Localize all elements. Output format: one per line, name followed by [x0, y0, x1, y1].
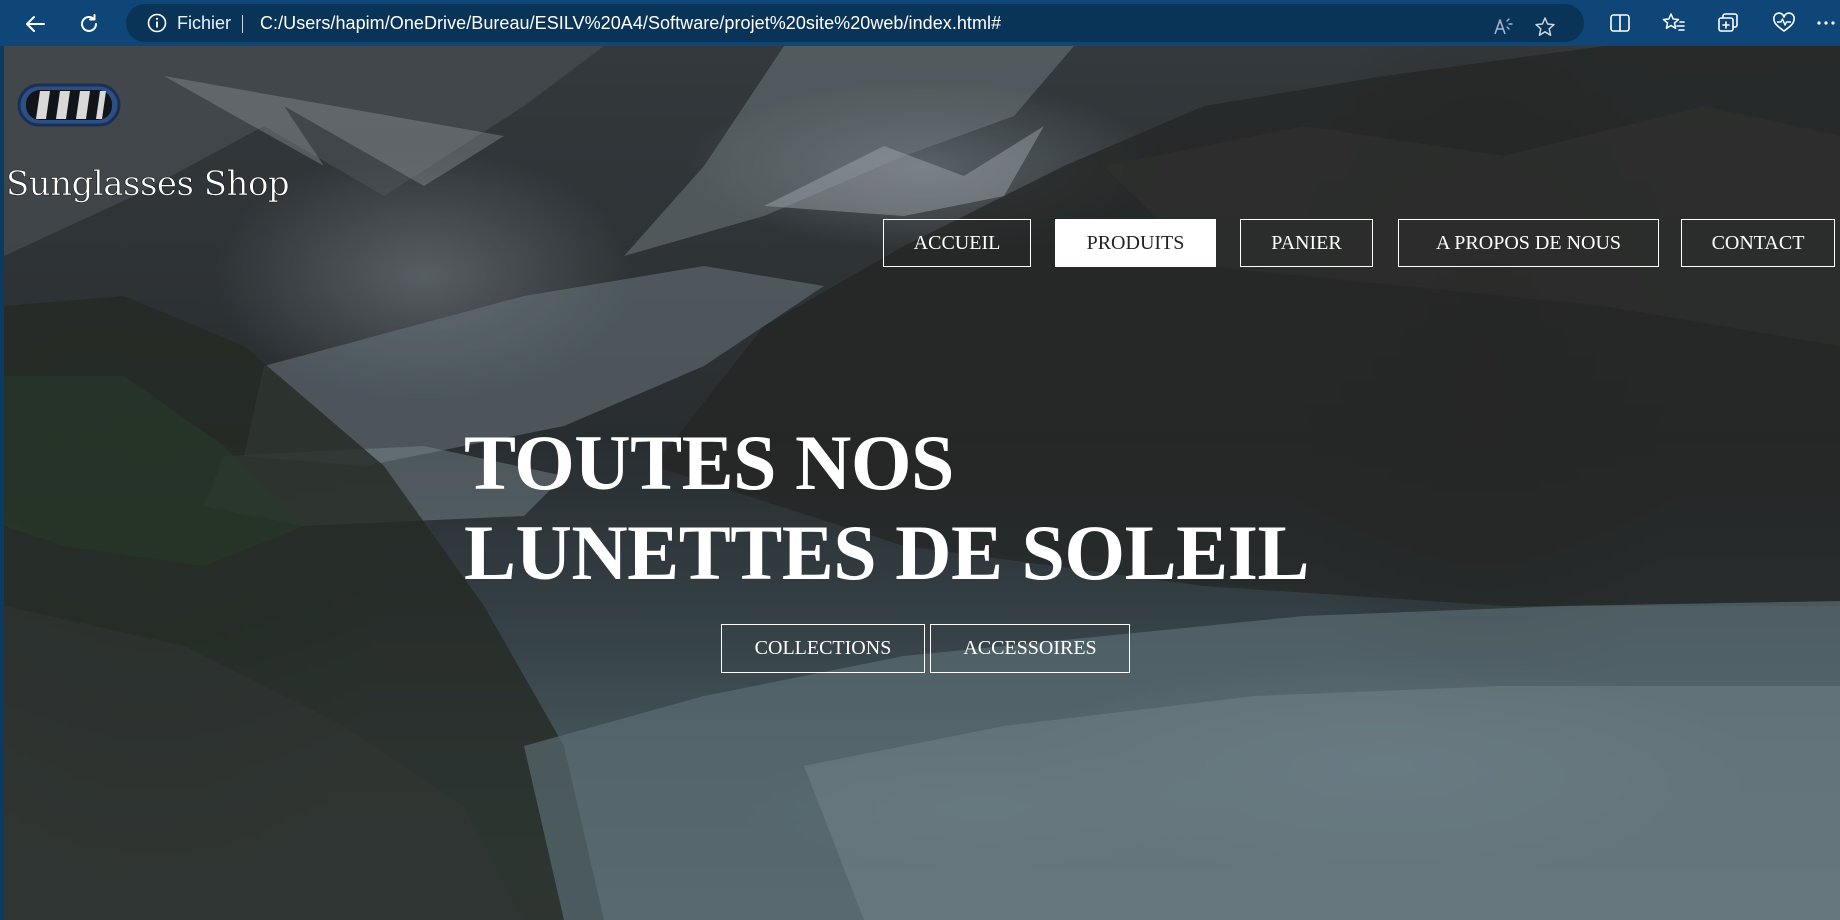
- favorite-star-icon: [1535, 17, 1555, 36]
- collections-button[interactable]: COLLECTIONS: [721, 624, 925, 673]
- hero-title: TOUTES NOS LUNETTES DE SOLEIL: [464, 418, 1310, 598]
- read-aloud-icon: [1494, 18, 1513, 35]
- favorites-button[interactable]: [1660, 9, 1688, 37]
- favorites-icon: [1662, 13, 1685, 31]
- accessoires-button[interactable]: ACCESSOIRES: [930, 624, 1130, 673]
- refresh-button[interactable]: [72, 7, 106, 41]
- browser-toolbar: Fichier C:/Users/hapim/OneDrive/Bureau/E…: [0, 0, 1840, 46]
- favorite-button[interactable]: [1531, 13, 1559, 41]
- split-screen-icon: [1610, 14, 1630, 32]
- address-scheme-label: Fichier: [177, 13, 232, 33]
- more-icon: [1817, 21, 1835, 25]
- browser-essentials-button[interactable]: [1770, 9, 1798, 37]
- hero-title-line-1: TOUTES NOS: [464, 419, 954, 506]
- ski-goggles-logo[interactable]: [16, 79, 122, 131]
- address-separator: [242, 15, 243, 33]
- split-screen-button[interactable]: [1606, 9, 1634, 37]
- collections-icon: [1718, 13, 1738, 32]
- nav-a-propos[interactable]: A PROPOS DE NOUS: [1398, 219, 1659, 267]
- info-icon[interactable]: [147, 13, 167, 33]
- address-bar[interactable]: Fichier C:/Users/hapim/OneDrive/Bureau/E…: [126, 4, 1584, 42]
- more-button[interactable]: [1814, 9, 1838, 37]
- nav-produits[interactable]: PRODUITS: [1055, 219, 1216, 267]
- hero-title-line-2: LUNETTES DE SOLEIL: [464, 509, 1310, 596]
- address-url[interactable]: C:/Users/hapim/OneDrive/Bureau/ESILV%20A…: [260, 13, 1001, 34]
- nav-panier[interactable]: PANIER: [1240, 219, 1373, 267]
- read-aloud-button[interactable]: [1490, 13, 1518, 41]
- browser-essentials-icon: [1773, 12, 1795, 32]
- back-button[interactable]: [18, 7, 52, 41]
- nav-contact[interactable]: CONTACT: [1681, 219, 1835, 267]
- nav-accueil[interactable]: ACCUEIL: [883, 219, 1031, 267]
- collections-button[interactable]: [1715, 9, 1743, 37]
- web-page: Sunglasses Shop ACCUEIL PRODUITS PANIER …: [4, 46, 1840, 920]
- brand-name: Sunglasses Shop: [6, 164, 290, 205]
- refresh-icon: [81, 14, 97, 32]
- back-icon: [26, 16, 45, 32]
